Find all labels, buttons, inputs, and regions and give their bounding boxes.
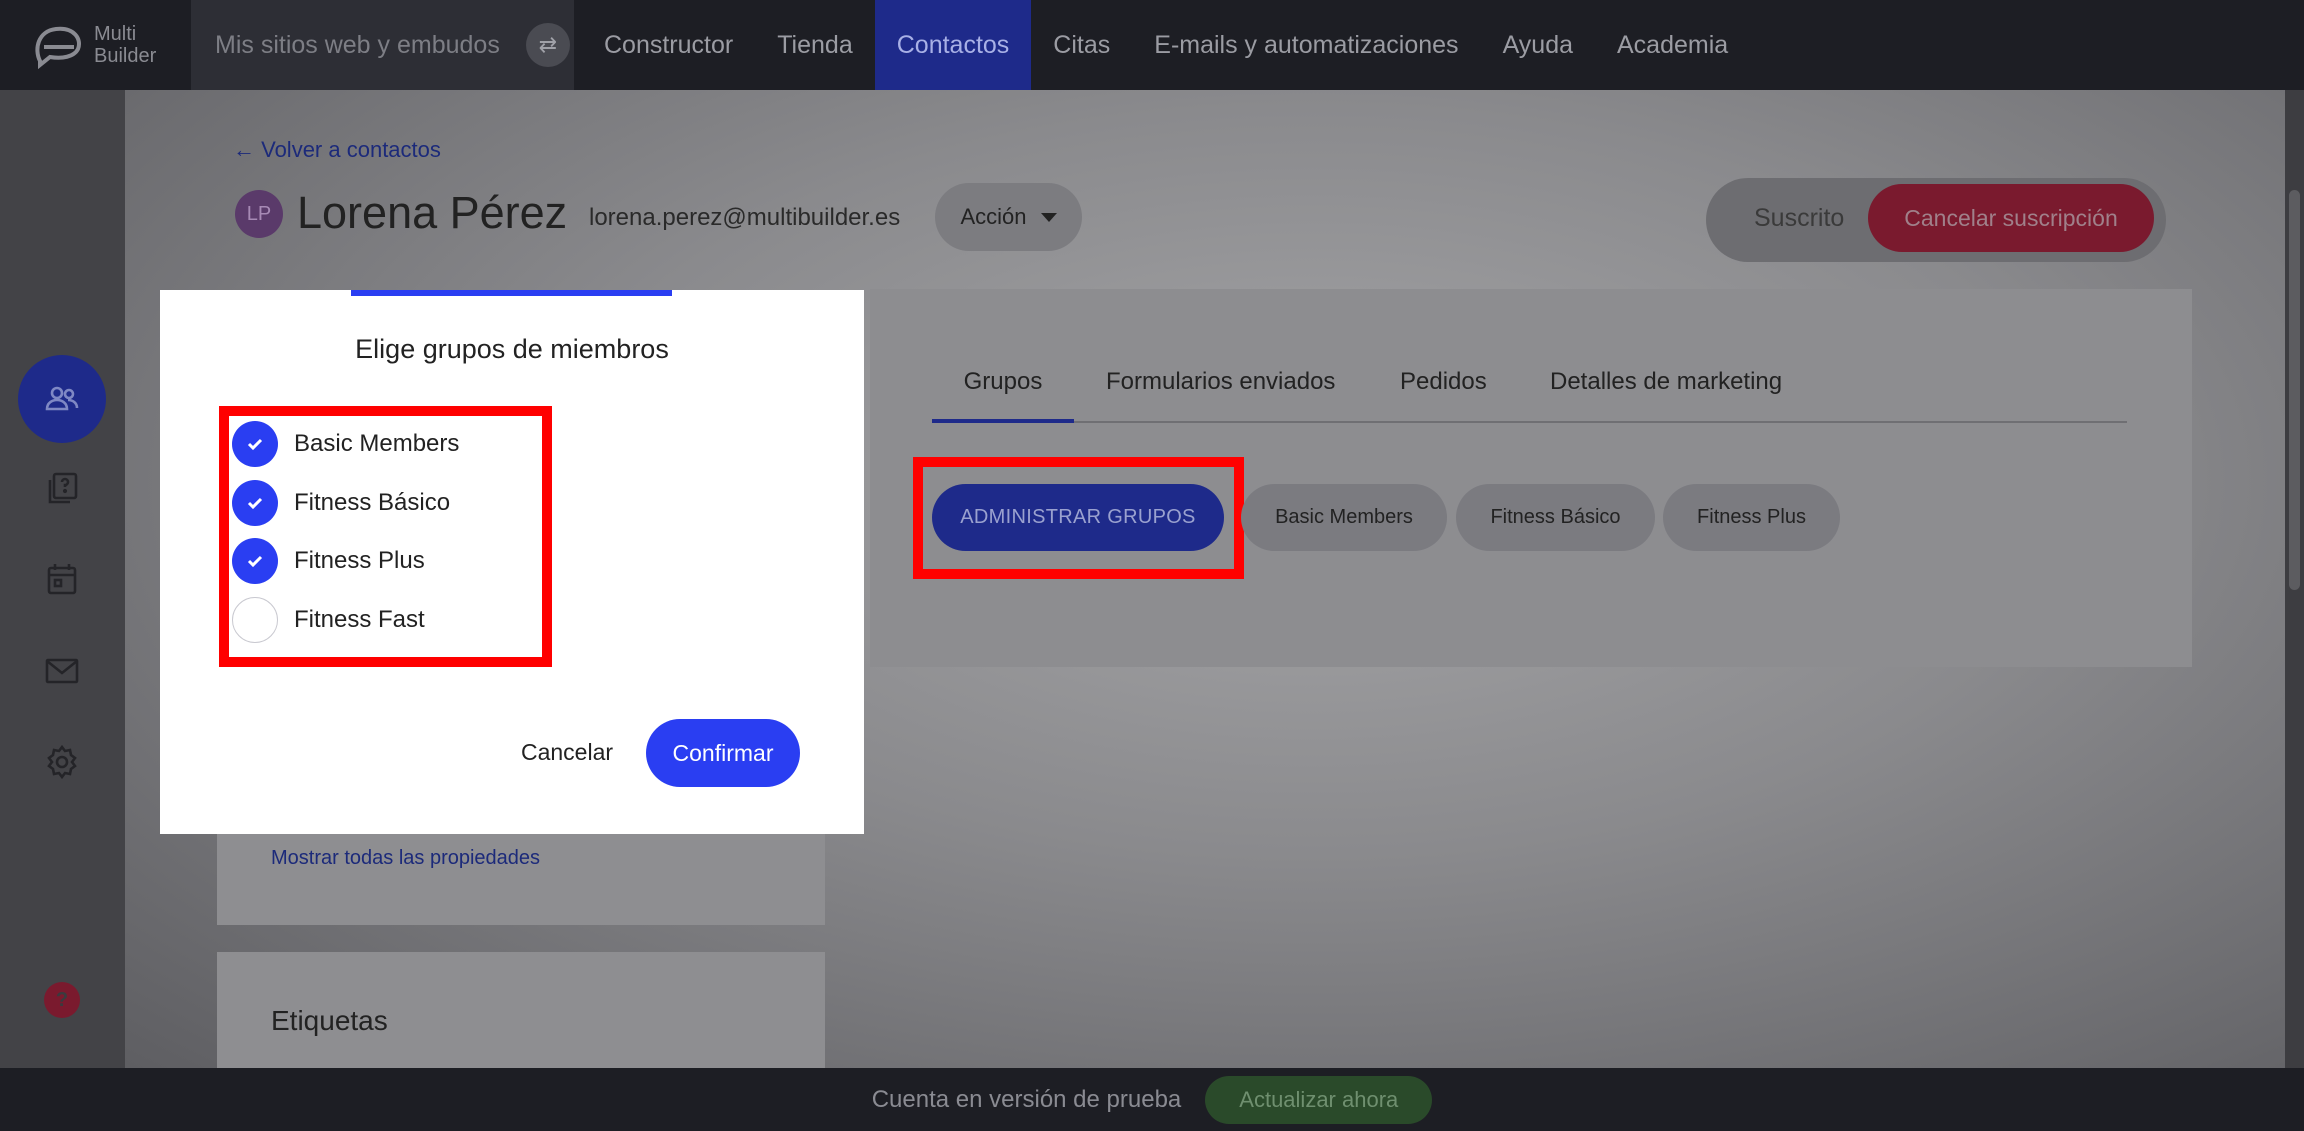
avatar: LP	[235, 190, 283, 238]
action-label: Acción	[960, 204, 1027, 229]
group-chip-fitness-basico: Fitness Básico	[1456, 484, 1655, 551]
cancel-subscription-button[interactable]: Cancelar suscripción	[1868, 184, 2154, 252]
trial-text: Cuenta en versión de prueba	[871, 1085, 1182, 1113]
contact-email: lorena.perez@multibuilder.es	[589, 204, 901, 231]
subscription-status-label: Suscrito	[1754, 204, 1845, 232]
tab-pedidos[interactable]: Pedidos	[1400, 360, 1487, 423]
show-all-properties-link[interactable]: Mostrar todas las propiedades	[271, 847, 540, 870]
logo-text: Multi Builder	[94, 23, 156, 67]
modal-title: Elige grupos de miembros	[355, 334, 669, 364]
settings-icon[interactable]	[18, 718, 106, 806]
modal-confirm-button[interactable]: Confirmar	[646, 719, 800, 787]
group-chip-basic-members: Basic Members	[1241, 484, 1447, 551]
help-icon[interactable]: ?	[44, 982, 80, 1018]
tags-title: Etiquetas	[271, 1005, 388, 1036]
tab-grupos[interactable]: Grupos	[932, 360, 1074, 423]
nav-item-contactos[interactable]: Contactos	[874, 0, 1032, 90]
nav-item-emails[interactable]: E-mails y automatizaciones	[1132, 0, 1480, 90]
logo[interactable]: Multi Builder	[0, 0, 191, 90]
logo-line-2: Builder	[94, 45, 157, 67]
multibuilder-logo-icon	[35, 26, 81, 69]
logo-line-1: Multi	[94, 23, 137, 45]
nav-item-citas[interactable]: Citas	[1031, 0, 1132, 90]
highlight-box-group-options	[219, 406, 552, 667]
top-navigation-bar: Multi Builder Mis sitios web y embudos ⇄…	[0, 0, 2304, 90]
nav-item-academia[interactable]: Academia	[1595, 0, 1750, 90]
tab-formularios-enviados[interactable]: Formularios enviados	[1106, 360, 1335, 423]
sites-label: Mis sitios web y embudos	[215, 30, 500, 59]
left-sidebar	[0, 90, 125, 1068]
trial-bottom-bar: Cuenta en versión de prueba Actualizar a…	[0, 1068, 2304, 1131]
group-chip-fitness-plus: Fitness Plus	[1663, 484, 1840, 551]
contact-tabs: Grupos Formularios enviados Pedidos Deta…	[932, 360, 2127, 423]
scrollbar[interactable]	[2285, 90, 2304, 1068]
contacts-icon[interactable]	[18, 355, 106, 443]
modal-accent-bar	[351, 290, 672, 296]
pages-icon[interactable]	[18, 444, 106, 532]
nav-item-tienda[interactable]: Tienda	[755, 0, 875, 90]
action-dropdown-button[interactable]: Acción	[935, 183, 1082, 251]
chevron-down-icon	[1040, 212, 1057, 222]
scrollbar-thumb[interactable]	[2289, 190, 2300, 590]
swap-icon[interactable]: ⇄	[525, 23, 570, 67]
nav-item-ayuda[interactable]: Ayuda	[1481, 0, 1595, 90]
main-nav: Constructor Tienda Contactos Citas E-mai…	[582, 0, 1750, 90]
properties-card	[217, 820, 825, 925]
upgrade-now-button[interactable]: Actualizar ahora	[1205, 1075, 1433, 1124]
highlight-box-manage-groups	[913, 457, 1244, 579]
modal-cancel-button[interactable]: Cancelar	[507, 720, 627, 784]
sites-and-funnels-menu[interactable]: Mis sitios web y embudos ⇄	[191, 0, 574, 90]
back-to-contacts-link[interactable]: ← Volver a contactos	[233, 137, 441, 163]
calendar-icon[interactable]	[18, 535, 106, 623]
mail-icon[interactable]	[18, 627, 106, 715]
nav-item-constructor[interactable]: Constructor	[582, 0, 755, 90]
tab-detalles-marketing[interactable]: Detalles de marketing	[1550, 360, 1782, 423]
contact-name: Lorena Pérez	[297, 187, 568, 238]
